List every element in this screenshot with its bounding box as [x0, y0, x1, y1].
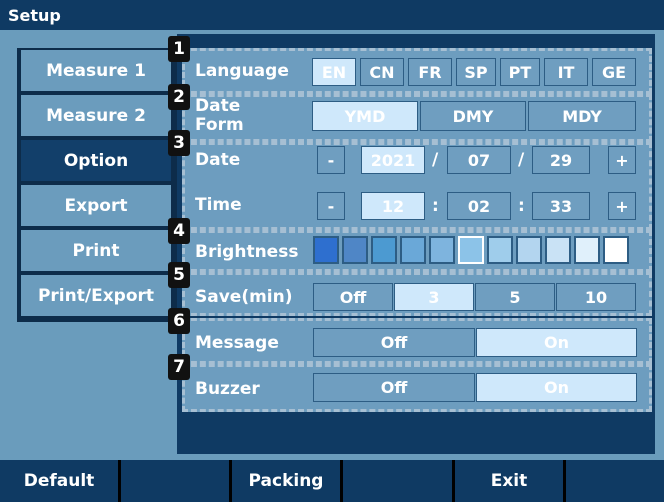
buzzer-option-off[interactable]: Off	[313, 373, 475, 402]
softkey-4[interactable]	[343, 460, 452, 502]
callout-badge-3: 3	[168, 130, 190, 156]
side-menu: Measure 1 Measure 2 Option Export Print …	[17, 48, 177, 322]
brightness-level-5[interactable]	[429, 236, 455, 264]
brightness-level-1[interactable]	[313, 236, 339, 264]
callout-badge-5: 5	[168, 262, 190, 288]
brightness-level-8[interactable]	[516, 236, 542, 264]
date-form-option-ymd[interactable]: YMD	[312, 101, 418, 131]
menu-item-print-export[interactable]: Print/Export	[21, 275, 171, 316]
menu-item-option[interactable]: Option	[21, 140, 171, 181]
brightness-level-11[interactable]	[603, 236, 629, 264]
save-option-10[interactable]: 10	[556, 283, 636, 311]
callout-badge-4: 4	[168, 218, 190, 244]
softkey-2[interactable]	[121, 460, 229, 502]
brightness-level-10[interactable]	[574, 236, 600, 264]
message-option-off[interactable]: Off	[313, 328, 475, 357]
menu-item-print[interactable]: Print	[21, 230, 171, 271]
message-option-on[interactable]: On	[476, 328, 637, 357]
language-label: Language	[195, 61, 289, 81]
time-minute-field[interactable]: 02	[447, 192, 511, 220]
date-day-field[interactable]: 29	[532, 146, 590, 174]
callout-badge-2: 2	[168, 84, 190, 110]
time-second-field[interactable]: 33	[532, 192, 590, 220]
date-form-option-dmy[interactable]: DMY	[420, 101, 526, 131]
menu-item-measure-1[interactable]: Measure 1	[21, 50, 171, 91]
date-separator: /	[432, 150, 439, 170]
softkey-bar: Default Packing Exit	[0, 460, 664, 502]
date-label: Date	[195, 150, 241, 170]
time-hour-field[interactable]: 12	[361, 192, 425, 220]
language-option-en[interactable]: EN	[312, 58, 356, 86]
save-option-off[interactable]: Off	[313, 283, 393, 311]
date-year-field[interactable]: 2021	[361, 146, 425, 174]
date-decrement-button[interactable]: -	[317, 146, 345, 174]
window-title: Setup	[0, 0, 664, 30]
softkey-6[interactable]	[566, 460, 664, 502]
save-option-3[interactable]: 3	[394, 283, 474, 311]
time-increment-button[interactable]: +	[608, 192, 636, 220]
language-option-pt[interactable]: PT	[500, 58, 540, 86]
language-option-ge[interactable]: GE	[592, 58, 636, 86]
time-decrement-button[interactable]: -	[317, 192, 345, 220]
callout-badge-7: 7	[168, 354, 190, 380]
brightness-level-9[interactable]	[545, 236, 571, 264]
brightness-level-3[interactable]	[371, 236, 397, 264]
exit-button[interactable]: Exit	[455, 460, 563, 502]
message-label: Message	[195, 333, 279, 353]
brightness-level-6[interactable]	[458, 236, 484, 264]
callout-badge-1: 1	[168, 36, 190, 62]
language-option-sp[interactable]: SP	[456, 58, 496, 86]
buzzer-option-on[interactable]: On	[476, 373, 637, 402]
date-form-option-mdy[interactable]: MDY	[528, 101, 636, 131]
date-form-label: Date Form	[195, 96, 244, 135]
save-option-5[interactable]: 5	[475, 283, 555, 311]
default-button[interactable]: Default	[0, 460, 118, 502]
brightness-label: Brightness	[195, 242, 299, 262]
time-separator: :	[432, 196, 439, 216]
language-option-cn[interactable]: CN	[360, 58, 404, 86]
buzzer-label: Buzzer	[195, 379, 260, 399]
date-month-field[interactable]: 07	[447, 146, 511, 174]
date-increment-button[interactable]: +	[608, 146, 636, 174]
language-option-fr[interactable]: FR	[408, 58, 452, 86]
save-label: Save(min)	[195, 287, 293, 307]
brightness-level-7[interactable]	[487, 236, 513, 264]
date-separator: /	[518, 150, 525, 170]
language-option-it[interactable]: IT	[544, 58, 588, 86]
brightness-level-4[interactable]	[400, 236, 426, 264]
packing-button[interactable]: Packing	[232, 460, 340, 502]
time-label: Time	[195, 195, 242, 215]
menu-item-export[interactable]: Export	[21, 185, 171, 226]
menu-item-measure-2[interactable]: Measure 2	[21, 95, 171, 136]
time-separator: :	[518, 196, 525, 216]
callout-badge-6: 6	[168, 308, 190, 334]
brightness-level-2[interactable]	[342, 236, 368, 264]
